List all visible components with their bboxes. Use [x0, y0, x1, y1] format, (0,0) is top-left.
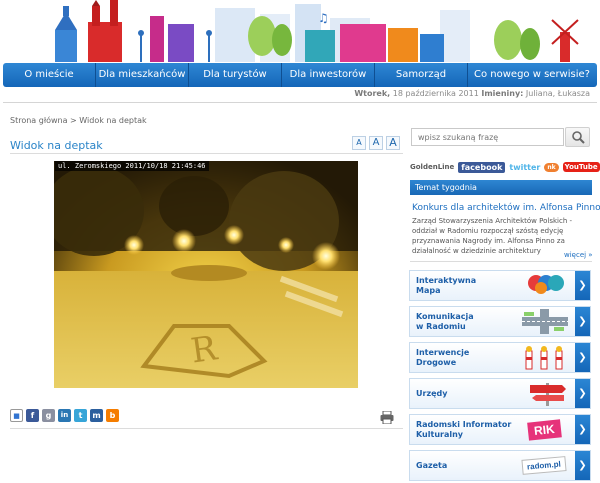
chevron-right-icon: ❯: [575, 307, 590, 336]
date-line: Wtorek, 18 października 2011 Imieniny: J…: [354, 89, 590, 98]
name-day-label: Imieniny:: [481, 89, 524, 98]
social-links: GoldenLine facebook twitter nk YouTube: [410, 158, 600, 176]
breadcrumb-current: Widok na deptak: [79, 116, 147, 125]
nav-item-dla-mieszkancow[interactable]: Dla mieszkańców: [96, 63, 188, 87]
promo-komunikacja[interactable]: Komunikacja w Radomiu ❯: [409, 306, 591, 337]
main-nav: O mieście Dla mieszkańców Dla turystów D…: [3, 63, 597, 87]
chevron-right-icon: ❯: [575, 271, 590, 300]
twitter-icon[interactable]: t: [74, 409, 87, 422]
webcam-image: R ul. Zeromskiego 2011/10/18 21:45:46: [54, 161, 358, 388]
youtube-link[interactable]: YouTube: [562, 162, 600, 172]
search-input[interactable]: [411, 128, 564, 146]
myspace-icon[interactable]: m: [90, 409, 103, 422]
topic-of-week-header: Temat tygodnia: [410, 180, 592, 195]
promo-interwencje[interactable]: Interwencje Drogowe ❯: [409, 342, 591, 373]
font-size-controls: A A A: [352, 136, 400, 150]
nav-item-dla-turystow[interactable]: Dla turystów: [189, 63, 281, 87]
svg-text:♫: ♫: [318, 11, 329, 25]
nk-link[interactable]: nk: [544, 162, 559, 172]
promo-rik[interactable]: Radomski Informator Kulturalny RIK ❯: [409, 414, 591, 445]
promo-label: Interaktywna Mapa: [416, 276, 477, 295]
breadcrumb: Strona główna > Widok na deptak: [10, 116, 147, 125]
share-icons: ■ f g in t m b: [10, 409, 119, 422]
facebook-icon[interactable]: f: [26, 409, 39, 422]
city-skyline-illustration: ♫: [0, 0, 600, 62]
chevron-right-icon: ❯: [575, 451, 590, 480]
name-day-names: Juliana, Łukasza: [525, 89, 590, 98]
promo-label: Gazeta: [416, 461, 448, 470]
breadcrumb-separator: >: [70, 116, 77, 125]
rik-magazine-icon: RIK: [516, 417, 572, 442]
twitter-link[interactable]: twitter: [509, 163, 540, 172]
promo-label: Radomski Informator Kulturalny: [416, 420, 512, 439]
promo-urzedy[interactable]: Urzędy ❯: [409, 378, 591, 409]
nav-item-dla-inwestorow[interactable]: Dla inwestorów: [282, 63, 374, 87]
search-icon: [572, 131, 585, 144]
topic-description: Zarząd Stowarzyszenia Architektów Polski…: [412, 217, 573, 255]
linkedin-icon[interactable]: in: [58, 409, 71, 422]
more-link[interactable]: więcej »: [564, 251, 593, 259]
divider: [410, 261, 592, 262]
page-title: Widok na deptak: [10, 139, 103, 152]
promo-label: Interwencje Drogowe: [416, 348, 470, 367]
newspaper-icon: radom.pl: [516, 453, 572, 478]
promo-label: Urzędy: [416, 389, 448, 398]
chevron-right-icon: ❯: [575, 415, 590, 444]
divider: [10, 428, 403, 429]
nav-item-o-miescie[interactable]: O mieście: [3, 63, 95, 87]
promo-label: Komunikacja w Radomiu: [416, 312, 474, 331]
date-text: 18 października 2011: [392, 89, 479, 98]
chevron-right-icon: ❯: [575, 379, 590, 408]
blogger-icon[interactable]: b: [106, 409, 119, 422]
font-size-small-button[interactable]: A: [352, 136, 366, 150]
promo-interactive-map[interactable]: Interaktywna Mapa ❯: [409, 270, 591, 301]
delicious-icon[interactable]: ■: [10, 409, 23, 422]
map-pins-icon: [528, 275, 564, 294]
search-button[interactable]: [565, 127, 590, 147]
facebook-link[interactable]: facebook: [458, 161, 506, 173]
breadcrumb-home-link[interactable]: Strona główna: [10, 116, 68, 125]
google-icon[interactable]: g: [42, 409, 55, 422]
font-size-large-button[interactable]: A: [386, 136, 400, 150]
print-icon[interactable]: [380, 409, 394, 425]
weekday: Wtorek,: [354, 89, 391, 98]
header-banner: ♫: [0, 0, 600, 62]
divider: [3, 102, 597, 103]
webcam-timestamp: ul. Zeromskiego 2011/10/18 21:45:46: [55, 161, 209, 171]
divider: [10, 153, 403, 154]
chevron-right-icon: ❯: [575, 343, 590, 372]
road-crossing-icon: [522, 309, 568, 334]
nav-item-co-nowego[interactable]: Co nowego w serwisie?: [468, 63, 596, 87]
nav-item-samorzad[interactable]: Samorząd: [375, 63, 467, 87]
webcam-night-view: R: [54, 161, 358, 388]
promo-gazeta[interactable]: Gazeta radom.pl ❯: [409, 450, 591, 481]
goldenline-link[interactable]: GoldenLine: [410, 163, 454, 171]
font-size-medium-button[interactable]: A: [369, 136, 383, 150]
topic-title-link[interactable]: Konkurs dla architektów im. Alfonsa Pinn…: [412, 203, 600, 213]
road-barrier-icon: [525, 346, 563, 370]
signpost-icon: [530, 383, 566, 406]
